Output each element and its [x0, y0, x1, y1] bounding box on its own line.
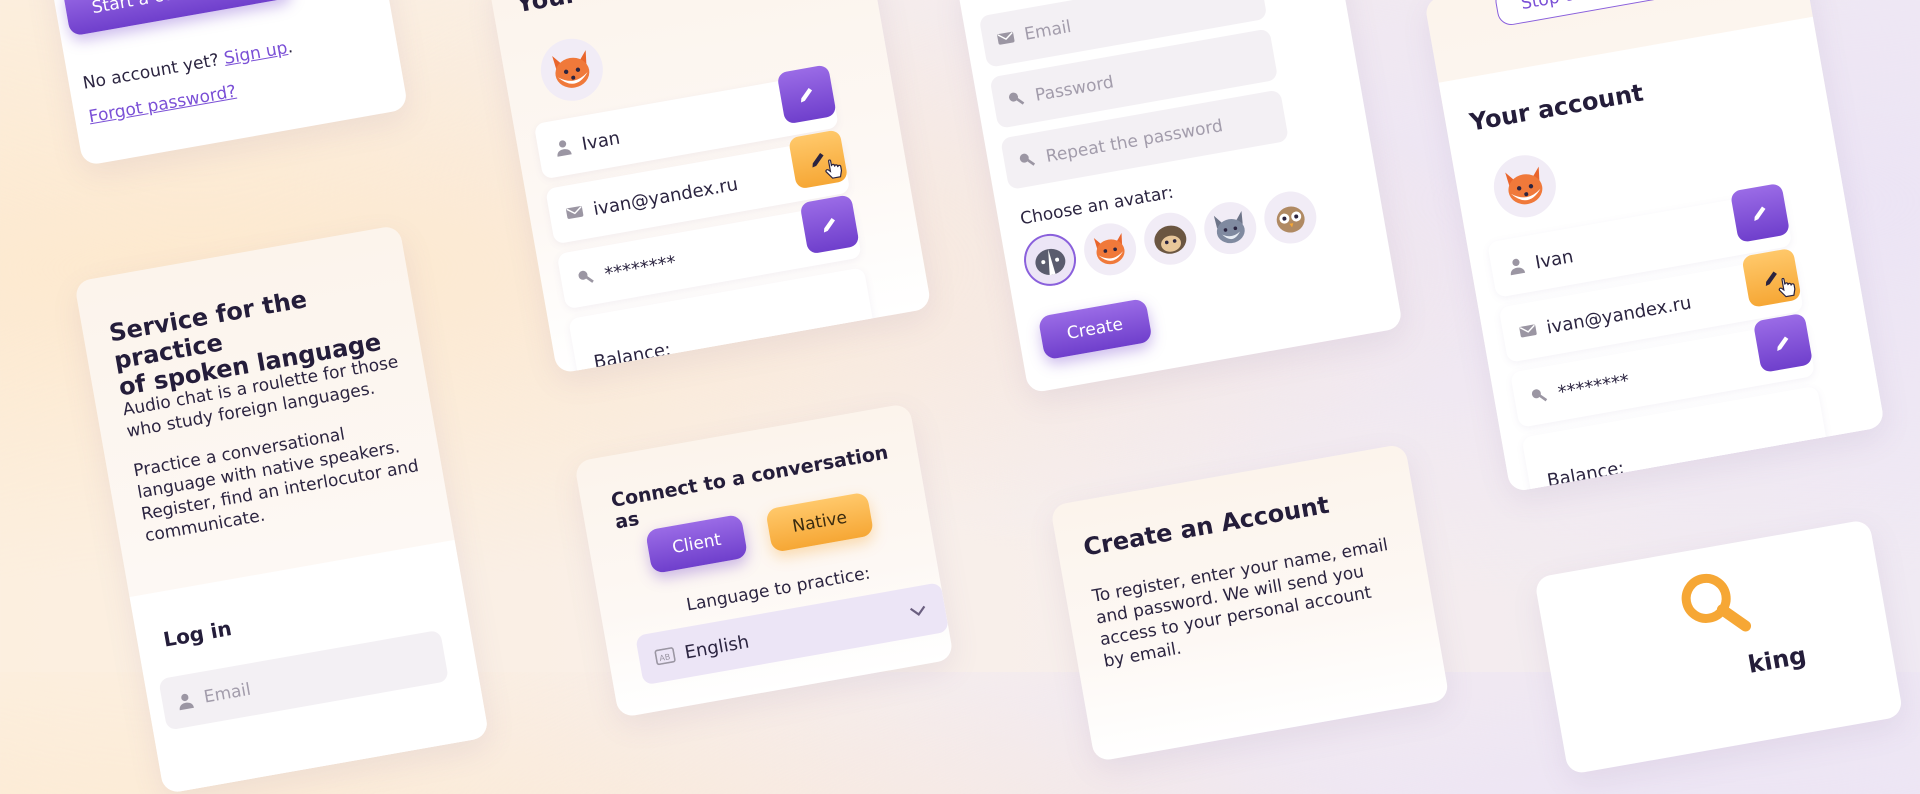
- avatar-option-fox[interactable]: [1080, 219, 1141, 280]
- account-name-2: Ivan: [1533, 245, 1575, 274]
- pencil-icon: [1777, 336, 1789, 351]
- login-section: Log in Email: [129, 539, 490, 794]
- user-icon: [179, 693, 194, 711]
- edit-email-button-2[interactable]: [1741, 247, 1802, 308]
- login-card-top: Start a conversation No account yet? Sig…: [40, 0, 409, 167]
- hand-cursor-icon: [1778, 277, 1796, 298]
- account-title-2: Your account: [1467, 78, 1646, 137]
- mail-icon: [566, 206, 584, 219]
- start-conversation-button[interactable]: Start a conversation: [62, 0, 292, 37]
- avatar-option-hedgehog[interactable]: [1140, 208, 1201, 269]
- pencil-icon: [801, 87, 813, 103]
- register-form-card: Email Password Repeat the password Choos…: [956, 0, 1404, 394]
- account-password: ********: [603, 251, 678, 285]
- account-email: ivan@yandex.ru: [591, 173, 740, 220]
- register-email-placeholder: Email: [1022, 16, 1073, 45]
- avatar-option-badger[interactable]: [1019, 229, 1081, 291]
- balance-label: Balance:: [592, 338, 673, 373]
- account-fields-2: Ivan ivan@yandex.ru ******** Balance:: [1487, 182, 1831, 493]
- svg-text:AB: AB: [659, 652, 671, 663]
- avatar-option-wolf[interactable]: [1200, 197, 1261, 259]
- register-repeat-placeholder: Repeat the password: [1044, 116, 1225, 167]
- avatar-option-owl[interactable]: [1260, 187, 1321, 248]
- language-value: English: [682, 631, 751, 663]
- fox-avatar-2: [1488, 150, 1561, 223]
- hand-cursor-icon: [825, 159, 843, 179]
- account-section-2: Your account Ivan ivan@yandex.ru *******…: [1438, 16, 1886, 493]
- key-icon: [578, 270, 594, 283]
- signup-prompt: No account yet? Sign up.: [81, 36, 294, 95]
- account-password-2: ********: [1556, 369, 1631, 403]
- owl-icon: [1277, 206, 1306, 233]
- hedgehog-icon: [1154, 225, 1187, 254]
- user-icon: [1510, 258, 1526, 276]
- signup-link[interactable]: Sign up: [222, 38, 289, 69]
- account-name: Ivan: [580, 127, 622, 155]
- fox-avatar: [535, 33, 608, 106]
- account-fields: Ivan ivan@yandex.ru ******** Balance:: [533, 64, 878, 374]
- pencil-icon: [823, 217, 836, 233]
- create-account-card: Create an Account To register, enter you…: [1050, 443, 1450, 763]
- email-placeholder: Email: [202, 679, 253, 708]
- account-card-1: Your account Ivan ivan@yandex.ru: [488, 0, 932, 374]
- searching-text: king: [1745, 641, 1809, 679]
- connect-card: Connect to a conversation as Client Nati…: [574, 402, 954, 719]
- magnifier-icon: [1681, 573, 1752, 632]
- edit-name-button[interactable]: [776, 64, 837, 125]
- wolf-icon: [1214, 210, 1245, 244]
- pencil-icon: [1754, 206, 1766, 221]
- account-card-2: Stop the search Your account Ivan: [1424, 0, 1886, 493]
- account-title: Your account: [514, 0, 692, 19]
- badger-icon: [1035, 248, 1066, 276]
- balance-label-2: Balance:: [1545, 457, 1626, 492]
- edit-email-button[interactable]: [788, 129, 849, 190]
- chevron-down-icon: [909, 605, 926, 616]
- fox-icon: [1505, 166, 1543, 205]
- fox-icon: [552, 50, 590, 88]
- stop-search-button[interactable]: Stop the search: [1493, 0, 1681, 28]
- create-account-description: To register, enter your name, email and …: [1091, 534, 1402, 673]
- register-password-placeholder: Password: [1033, 72, 1116, 106]
- mail-icon: [997, 31, 1015, 45]
- login-title: Log in: [161, 616, 234, 652]
- key-icon: [1009, 92, 1025, 105]
- mail-icon: [1519, 324, 1537, 338]
- searching-card: king: [1534, 518, 1904, 775]
- key-icon: [1531, 389, 1548, 402]
- language-icon: AB: [654, 647, 676, 666]
- edit-name-button-2[interactable]: [1729, 182, 1791, 243]
- account-email-2: ivan@yandex.ru: [1544, 291, 1693, 339]
- edit-password-button-2[interactable]: [1752, 312, 1814, 373]
- key-icon: [1019, 153, 1036, 166]
- create-button[interactable]: Create: [1037, 298, 1153, 361]
- fox-icon: [1093, 233, 1125, 265]
- user-icon: [557, 140, 572, 157]
- edit-password-button[interactable]: [799, 194, 860, 255]
- service-card: Service for the practice of spoken langu…: [74, 224, 490, 794]
